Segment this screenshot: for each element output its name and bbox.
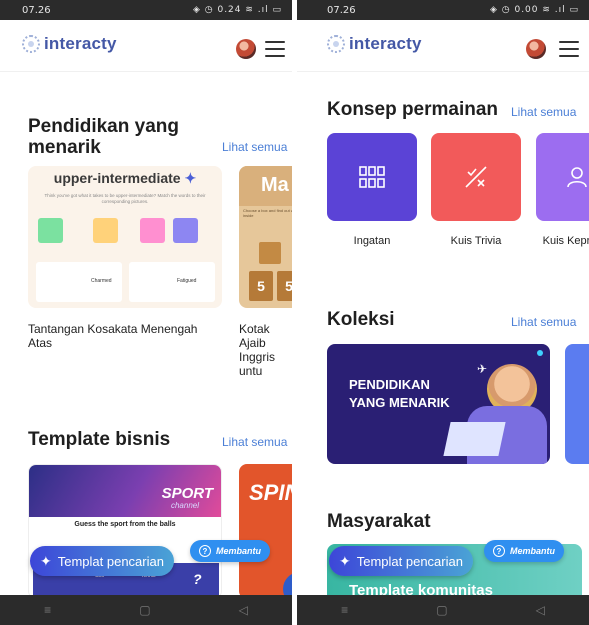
home-icon[interactable]: ▢ [436,603,447,617]
help-icon: ? [493,545,505,557]
picture-tile [93,218,118,243]
hamburger-menu-icon[interactable] [559,41,579,57]
see-all-concepts-link[interactable]: Lihat semua [511,105,576,119]
word-label: Charmed [91,278,112,284]
collection-banner[interactable]: PENDIDIKAN YANG MENARIK ✈ [327,344,550,464]
section-title-business: Template bisnis [28,429,171,450]
left-screen: 07.26 ◈ ◷ 0.24 ≋ .ıl ▭ interacty Pendidi… [0,0,292,625]
status-bar: 07.26 ◈ ◷ 0.24 ≋ .ıl ▭ [0,0,292,20]
avatar[interactable] [236,39,256,59]
section-title-community: Masyarakat [327,511,431,532]
back-icon[interactable]: ◁ [239,603,248,617]
tile-label: Kuis Trivia [450,235,502,247]
sport-card[interactable]: SPORT channel Guess the sport from the b… [28,464,222,599]
logo[interactable]: interacty [22,34,117,54]
picture-tile [38,218,63,243]
picture-tile [173,218,198,243]
recent-apps-icon[interactable]: ≡ [44,603,51,617]
grid-icon [359,166,385,188]
status-icons: ◈ ◷ 0.24 ≋ .ıl ▭ [192,5,282,15]
sport-question-mark: ? [193,571,202,587]
help-button[interactable]: ? Membantu [190,540,270,562]
status-time: 07.26 [22,5,51,16]
sparkle-icon: ✦ [339,552,351,569]
sparkle-icon: ✦ [184,170,197,186]
system-navigation-bar: ≡ ▢ ◁ [297,595,589,625]
see-all-education-link[interactable]: Lihat semua [222,140,287,154]
hamburger-menu-icon[interactable] [265,41,285,57]
word-label: Fatigued [177,278,197,284]
status-time: 07.26 [327,5,356,16]
tile-memory[interactable] [327,133,417,221]
tile-personality[interactable] [536,133,589,221]
status-bar: 07.26 ◈ ◷ 0.00 ≋ .ıl ▭ [297,0,589,20]
system-navigation-bar: ≡ ▢ ◁ [0,595,292,625]
sparkle-icon: ✦ [40,552,52,569]
magic-box-subtitle: Choose a box and find out what's inside [243,208,292,218]
collection-banner-next[interactable] [565,344,589,464]
back-icon[interactable]: ◁ [536,603,545,617]
vocab-card-subtitle: Think you've got what it takes to be upp… [44,193,206,204]
magic-box-caption[interactable]: Kotak Ajaib Inggris untu [239,322,292,378]
sport-card-heading: SPORT [161,485,213,502]
avatar[interactable] [526,39,546,59]
tile-trivia[interactable] [431,133,521,221]
help-button[interactable]: ? Membantu [484,540,564,562]
app-bar: interacty [0,20,292,72]
section-title-education: Pendidikan yang menarik [28,116,179,158]
section-title-concepts: Konsep permainan [327,99,499,120]
tile-label: Ingatan [353,235,391,247]
magic-box-heading: Ma [261,174,289,196]
search-template-button[interactable]: ✦ Templat pencarian [30,546,174,576]
person-icon [567,167,587,188]
laptop-icon [443,422,506,456]
rocket-icon: ✈ [477,362,488,376]
box-icon [259,242,281,264]
section-title-collection: Koleksi [327,309,395,330]
see-all-collection-link[interactable]: Lihat semua [511,315,576,329]
sport-card-question: Guess the sport from the balls [74,521,176,528]
logo-text: interacty [44,34,117,53]
logo[interactable]: interacty [327,34,422,54]
logo-icon [327,35,345,53]
tile-label: Kuis Kepriba [542,235,589,247]
box-number: 5 [277,271,292,301]
right-screen: 07.26 ◈ ◷ 0.00 ≋ .ıl ▭ interacty Konsep … [297,0,589,625]
magic-box-card[interactable]: Ma Choose a box and find out what's insi… [239,166,292,308]
status-icons: ◈ ◷ 0.00 ≋ .ıl ▭ [489,5,579,15]
word-slot: Fatigued [129,262,215,302]
recent-apps-icon[interactable]: ≡ [341,603,348,617]
logo-text: interacty [349,34,422,53]
vocab-card-heading: upper-intermediate [53,170,181,186]
app-bar: interacty [297,20,589,72]
banner-text: PENDIDIKAN YANG MENARIK [349,377,450,410]
word-slot: Charmed [36,262,122,302]
home-icon[interactable]: ▢ [139,603,150,617]
sport-card-subheading: channel [170,501,199,510]
spin-card-heading: SPIN [249,480,292,505]
logo-icon [22,35,40,53]
picture-tile [140,218,165,243]
vocab-card-caption[interactable]: Tantangan Kosakata Menengah Atas [28,322,222,350]
search-template-button[interactable]: ✦ Templat pencarian [329,546,473,576]
see-all-business-link[interactable]: Lihat semua [222,435,287,449]
vocab-card[interactable]: upper-intermediate ✦ Think you've got wh… [28,166,222,308]
check-cross-icon [465,166,487,188]
box-number: 5 [249,271,273,301]
spin-card[interactable]: SPIN [239,464,292,599]
help-icon: ? [199,545,211,557]
